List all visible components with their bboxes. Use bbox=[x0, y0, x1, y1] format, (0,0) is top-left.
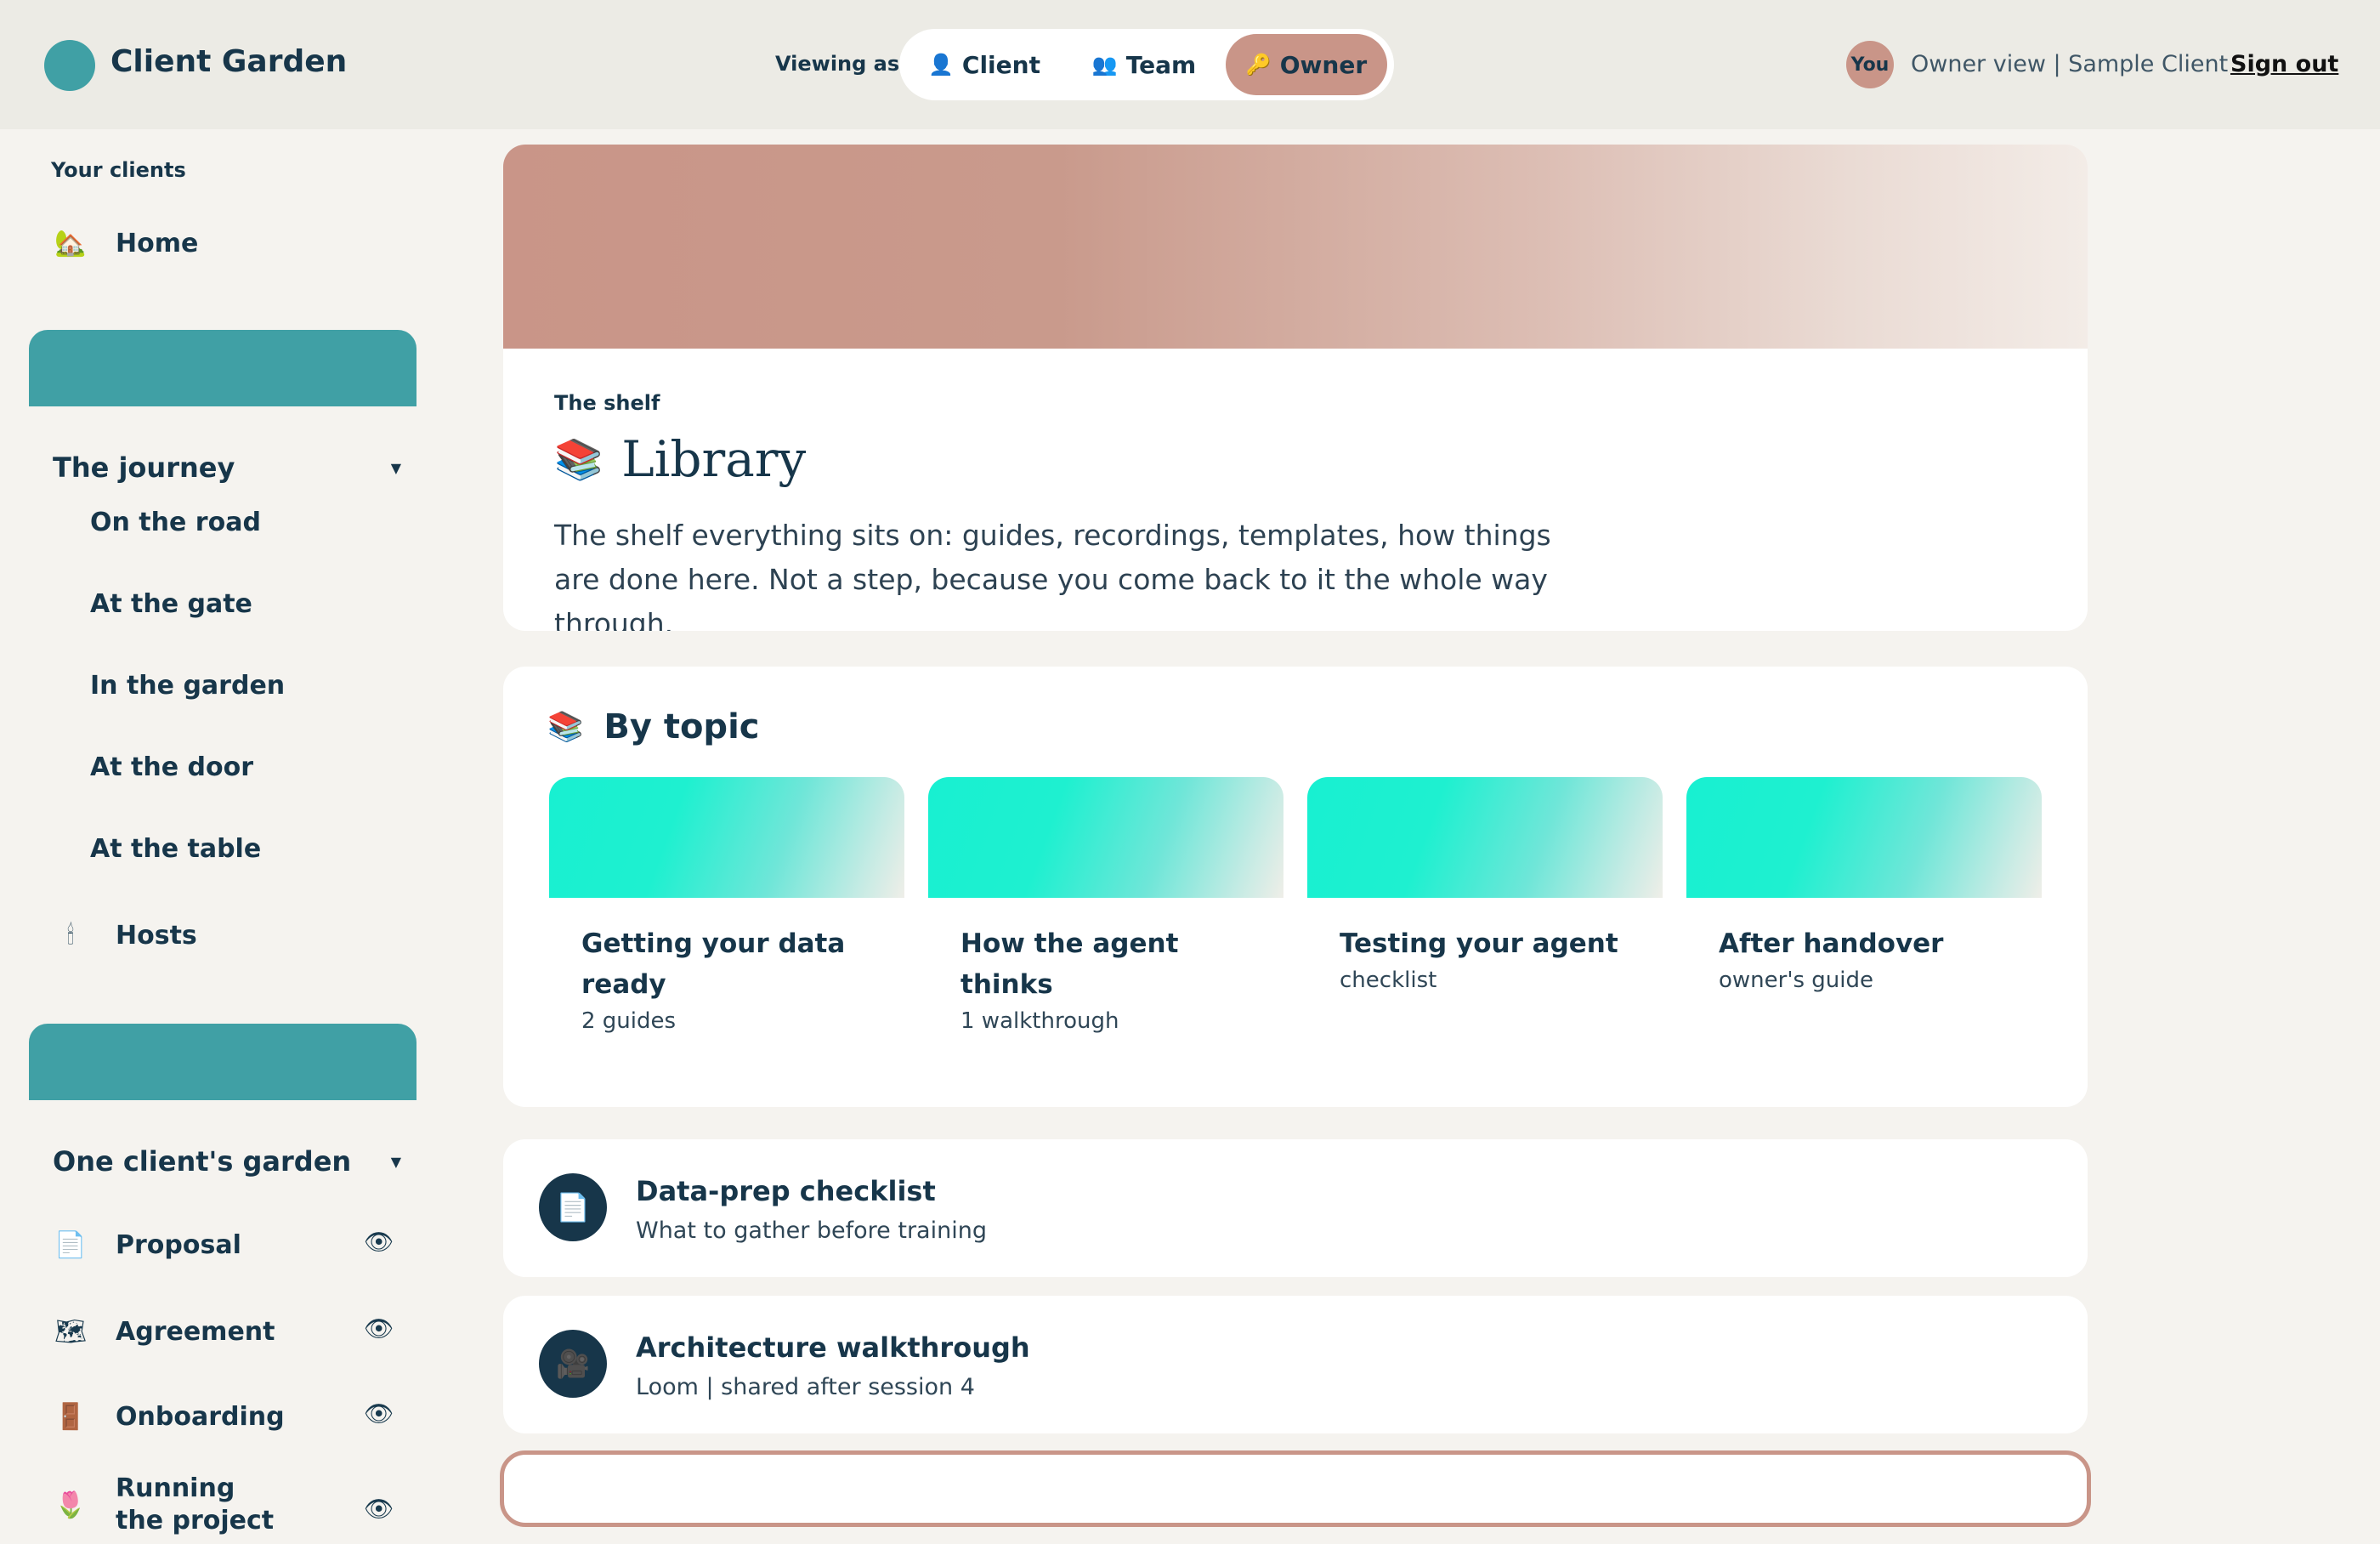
sidebar-item-at-the-table[interactable]: At the table bbox=[90, 825, 261, 872]
door-icon: 🚪 bbox=[54, 1401, 87, 1432]
sidebar-item-in-the-garden[interactable]: In the garden bbox=[90, 661, 285, 709]
team-icon: 👥 bbox=[1091, 53, 1118, 77]
library-eyebrow: The shelf bbox=[554, 391, 660, 415]
view-owner-label: Owner bbox=[1279, 50, 1368, 79]
topics-heading-text: By topic bbox=[604, 707, 760, 746]
document-icon: 📄 bbox=[54, 1229, 87, 1260]
map-icon: 🗺 bbox=[54, 1316, 88, 1347]
sign-out-link[interactable]: Sign out bbox=[2230, 51, 2338, 77]
topic-title: How the agent thinks bbox=[960, 928, 1179, 1000]
sidebar-item-running-the-project[interactable]: 🌷 Running the project bbox=[51, 1466, 408, 1544]
topic-title: Testing your agent bbox=[1340, 928, 1618, 959]
view-client-button[interactable]: 👤 Client bbox=[906, 34, 1062, 95]
avatar[interactable]: You bbox=[1846, 41, 1894, 88]
sidebar-item-label: Home bbox=[116, 228, 199, 258]
sidebar-item-label: Agreement bbox=[116, 1316, 275, 1347]
topic-title-block: How the agent thinks 1 walkthrough bbox=[960, 923, 1266, 1037]
highlighted-resource-card[interactable] bbox=[500, 1450, 2091, 1527]
document-icon: 📄 bbox=[539, 1173, 607, 1241]
topic-subtitle: owner's guide bbox=[1719, 968, 1873, 993]
topic-title: Getting your data ready bbox=[581, 928, 846, 1000]
topic-subtitle: checklist bbox=[1340, 968, 1437, 993]
topic-subtitle: 2 guides bbox=[581, 1008, 677, 1034]
resource-subtitle: What to gather before training bbox=[636, 1218, 987, 1244]
sidebar-item-at-the-gate[interactable]: At the gate bbox=[90, 580, 252, 627]
topic-title-block: After handover owner's guide bbox=[1719, 923, 2025, 996]
topic-subtitle: 1 walkthrough bbox=[960, 1008, 1119, 1034]
resource-title: Data-prep checklist bbox=[636, 1175, 936, 1207]
resource-title: Architecture walkthrough bbox=[636, 1331, 1030, 1364]
chevron-down-icon: ▼ bbox=[390, 459, 401, 476]
eye-icon[interactable]: 👁 bbox=[364, 1228, 394, 1256]
page-title: 📚 Library bbox=[554, 430, 806, 488]
view-team-button[interactable]: 👥 Team bbox=[1066, 34, 1222, 95]
eye-icon[interactable]: 👁 bbox=[364, 1314, 394, 1342]
home-icon: 🏡 bbox=[54, 228, 87, 258]
top-bar: Client Garden Viewing as 👤 Client 👥 Team… bbox=[0, 0, 2380, 129]
sidebar-item-home[interactable]: 🏡 Home bbox=[51, 218, 408, 269]
sidebar-item-proposal[interactable]: 📄 Proposal bbox=[51, 1219, 408, 1270]
sidebar: Your clients 🏡 Home The journey ▼ On the… bbox=[0, 129, 442, 1535]
sidebar-item-on-the-road[interactable]: On the road bbox=[90, 498, 261, 546]
topic-title: After handover bbox=[1719, 928, 1944, 959]
logo-icon bbox=[44, 40, 95, 91]
sidebar-item-label: Proposal bbox=[116, 1229, 241, 1260]
resource-row[interactable]: 📄 Data-prep checklist What to gather bef… bbox=[503, 1139, 2088, 1277]
journey-band bbox=[29, 330, 416, 406]
topic-card[interactable]: Getting your data ready 2 guides bbox=[549, 777, 904, 1034]
sidebar-item-agreement[interactable]: 🗺 Agreement bbox=[51, 1306, 408, 1357]
sidebar-item-onboarding[interactable]: 🚪 Onboarding bbox=[51, 1391, 408, 1442]
viewing-as-label: Viewing as bbox=[775, 52, 900, 76]
chevron-down-icon: ▼ bbox=[390, 1153, 401, 1170]
garden-group-toggle[interactable]: One client's garden ▼ bbox=[53, 1136, 401, 1187]
topic-thumbnail bbox=[549, 777, 904, 898]
topic-thumbnail bbox=[928, 777, 1284, 898]
garden-band bbox=[29, 1024, 416, 1100]
sidebar-item-hosts[interactable]: 🕯 Hosts bbox=[51, 910, 408, 961]
view-team-label: Team bbox=[1125, 50, 1197, 79]
topic-thumbnail bbox=[1686, 777, 2042, 898]
journey-group-toggle[interactable]: The journey ▼ bbox=[53, 442, 401, 493]
library-banner bbox=[503, 145, 2088, 349]
sidebar-item-label: Hosts bbox=[116, 920, 197, 951]
video-camera-icon: 🎥 bbox=[539, 1330, 607, 1398]
journey-group-title: The journey bbox=[53, 451, 235, 484]
topic-title-block: Testing your agent checklist bbox=[1340, 923, 1646, 996]
sidebar-item-label: Running the project bbox=[116, 1473, 275, 1535]
resource-row[interactable]: 🎥 Architecture walkthrough Loom | shared… bbox=[503, 1296, 2088, 1433]
view-switch: 👤 Client 👥 Team 🔑 Owner bbox=[899, 29, 1394, 100]
library-description: The shelf everything sits on: guides, re… bbox=[554, 519, 1551, 631]
resource-subtitle: Loom | shared after session 4 bbox=[636, 1374, 975, 1400]
books-icon: 📚 bbox=[554, 435, 604, 482]
viewer-status: Owner view | Sample Client bbox=[1911, 51, 2229, 77]
topic-title-block: Getting your data ready 2 guides bbox=[581, 923, 862, 1037]
view-owner-button[interactable]: 🔑 Owner bbox=[1226, 34, 1387, 95]
sidebar-item-label: Onboarding bbox=[116, 1401, 285, 1432]
topic-card[interactable]: After handover owner's guide bbox=[1686, 777, 2042, 1032]
library-card: The shelf 📚 Library The shelf everything… bbox=[503, 145, 2088, 631]
topics-heading: 📚 By topic bbox=[547, 707, 760, 746]
page-title-text: Library bbox=[621, 430, 807, 488]
sidebar-item-at-the-door[interactable]: At the door bbox=[90, 743, 253, 791]
tulip-icon: 🌷 bbox=[54, 1490, 87, 1520]
eye-icon[interactable]: 👁 bbox=[364, 1399, 394, 1428]
eye-icon[interactable]: 👁 bbox=[364, 1495, 394, 1523]
books-icon: 📚 bbox=[547, 710, 584, 744]
key-icon: 🔑 bbox=[1245, 53, 1272, 77]
candle-icon: 🕯 bbox=[66, 920, 75, 951]
sidebar-caption: Your clients bbox=[51, 158, 186, 182]
user-icon: 👤 bbox=[928, 53, 954, 77]
topic-thumbnail bbox=[1307, 777, 1663, 898]
topic-card[interactable]: How the agent thinks 1 walkthrough bbox=[928, 777, 1284, 1034]
topic-card[interactable]: Testing your agent checklist bbox=[1307, 777, 1663, 1032]
brand-name: Client Garden bbox=[110, 44, 348, 79]
view-client-label: Client bbox=[961, 50, 1040, 79]
garden-group-title: One client's garden bbox=[53, 1145, 352, 1178]
topics-card: 📚 By topic Getting your data ready 2 gui… bbox=[503, 667, 2088, 1107]
